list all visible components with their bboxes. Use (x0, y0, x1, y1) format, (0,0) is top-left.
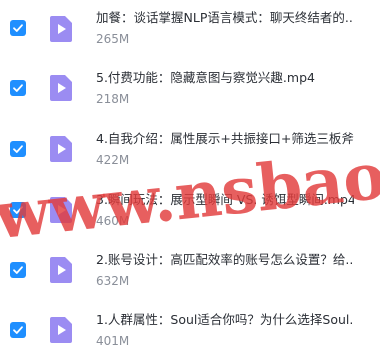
check-icon (13, 84, 23, 92)
check-icon (13, 326, 23, 334)
file-row[interactable]: 4.自我介绍：属性展示+共振接口+筛选三板斧... 422M (0, 119, 380, 177)
row-checkbox[interactable] (10, 262, 26, 278)
file-row[interactable]: 1.人群属性：Soul适合你吗？为什么选择Soul... 401M (0, 300, 380, 358)
file-size: 460M (96, 214, 130, 228)
file-row[interactable]: 3.瞬间玩法：展示型瞬间 VS. 诱饵型瞬间.mp4 460M (0, 180, 380, 238)
row-checkbox[interactable] (10, 141, 26, 157)
video-file-icon (50, 75, 72, 101)
row-checkbox[interactable] (10, 80, 26, 96)
row-checkbox[interactable] (10, 202, 26, 218)
video-file-icon (50, 317, 72, 343)
check-icon (13, 145, 23, 153)
file-name[interactable]: 2.账号设计：高匹配效率的账号怎么设置？给... (96, 252, 354, 268)
file-size: 265M (96, 32, 130, 46)
file-name[interactable]: 4.自我介绍：属性展示+共振接口+筛选三板斧... (96, 131, 354, 147)
file-row[interactable]: 5.付费功能：隐藏意图与察觉兴趣.mp4 218M (0, 58, 380, 116)
file-size: 218M (96, 92, 130, 106)
check-icon (13, 24, 23, 32)
file-name[interactable]: 3.瞬间玩法：展示型瞬间 VS. 诱饵型瞬间.mp4 (96, 192, 354, 208)
check-icon (13, 266, 23, 274)
video-file-icon (50, 197, 72, 223)
row-checkbox[interactable] (10, 20, 26, 36)
file-name[interactable]: 1.人群属性：Soul适合你吗？为什么选择Soul... (96, 312, 354, 328)
file-list: 加餐：谈话掌握NLP语言模式：聊天终结者的... 265M 5.付费功能：隐藏意… (0, 0, 380, 358)
video-file-icon (50, 136, 72, 162)
file-row[interactable]: 2.账号设计：高匹配效率的账号怎么设置？给... 632M (0, 240, 380, 298)
file-size: 422M (96, 153, 130, 167)
video-file-icon (50, 257, 72, 283)
video-file-icon (50, 16, 72, 42)
check-icon (13, 206, 23, 214)
row-checkbox[interactable] (10, 322, 26, 338)
file-name[interactable]: 加餐：谈话掌握NLP语言模式：聊天终结者的... (96, 10, 354, 26)
file-row[interactable]: 加餐：谈话掌握NLP语言模式：聊天终结者的... 265M (0, 0, 380, 58)
file-size: 632M (96, 274, 130, 288)
file-size: 401M (96, 334, 130, 348)
file-name[interactable]: 5.付费功能：隐藏意图与察觉兴趣.mp4 (96, 70, 354, 86)
